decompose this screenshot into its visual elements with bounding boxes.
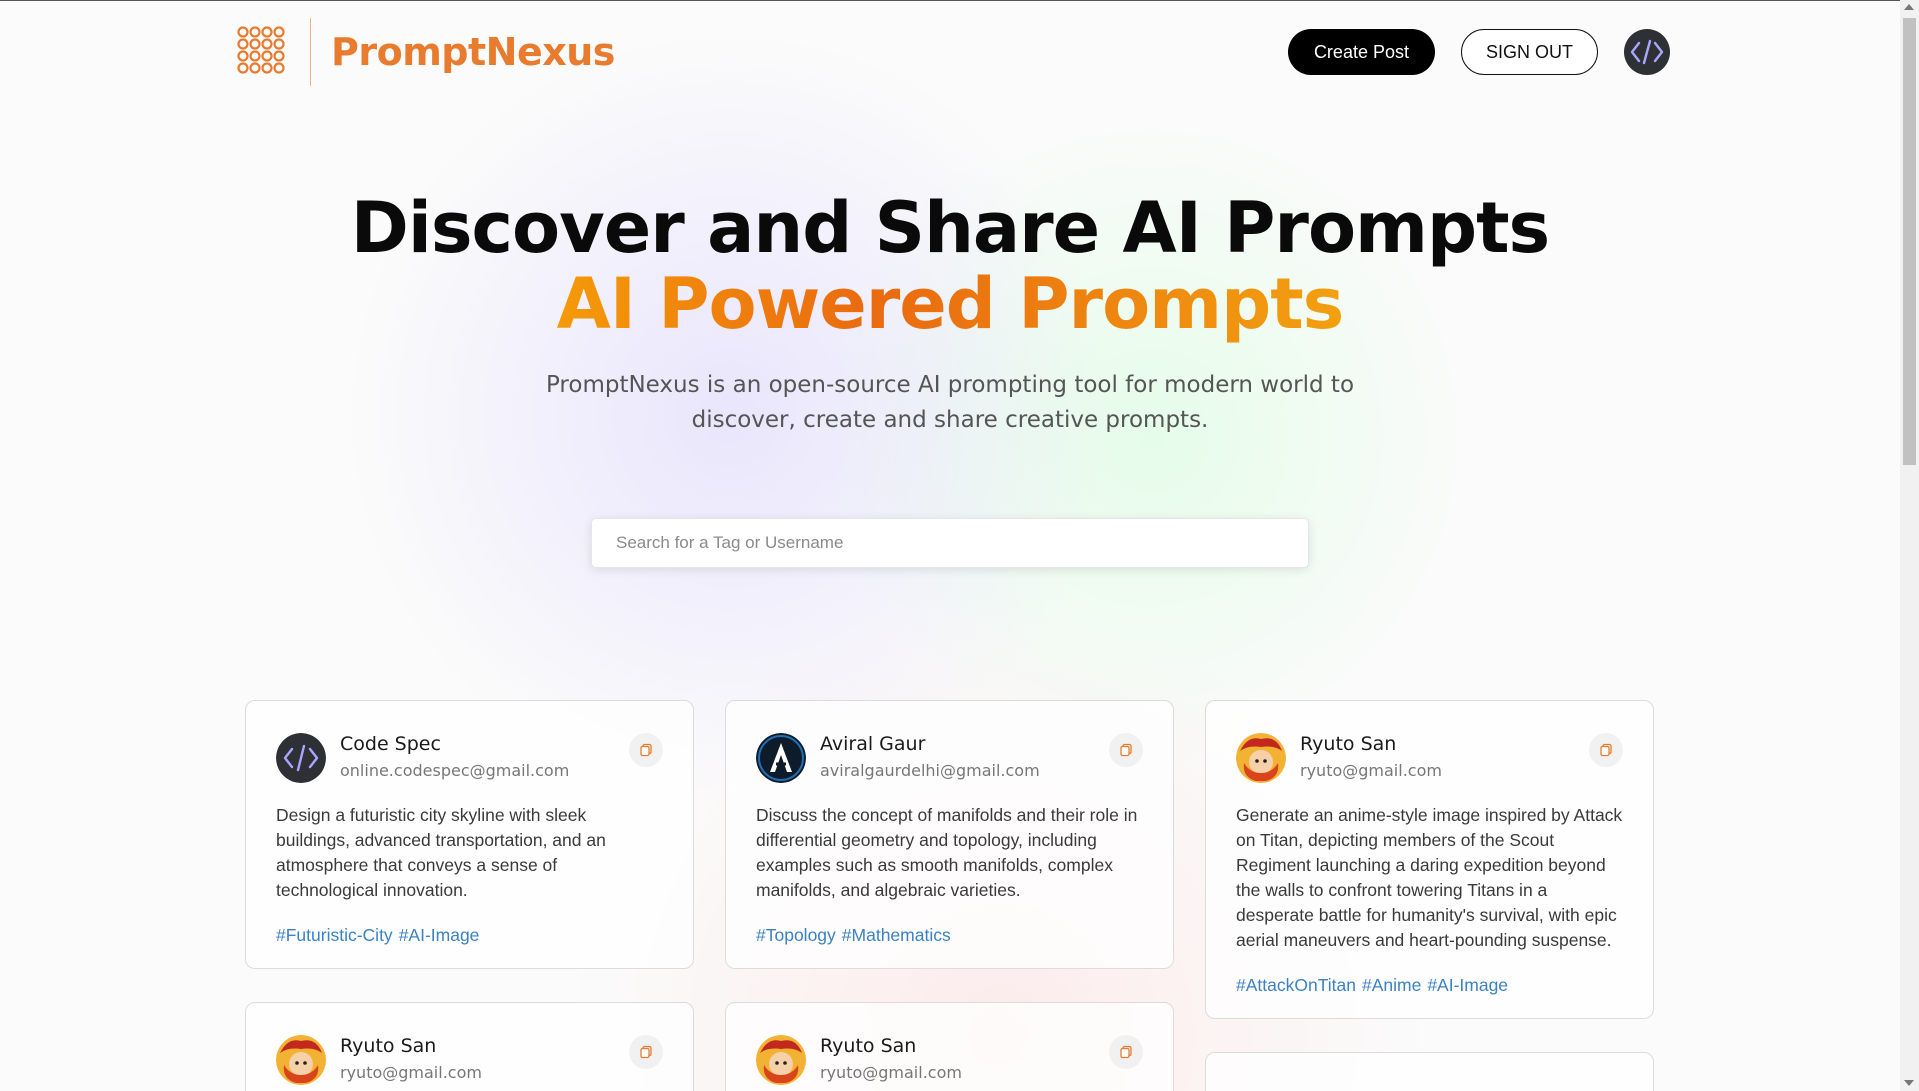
prompt-text: Discuss the concept of manifolds and the…	[756, 805, 1138, 900]
prompt-tags: #Futuristic-City #AI-Image	[276, 925, 663, 946]
anime-avatar-icon	[756, 1035, 806, 1085]
hero-title-accent: AI Powered Prompts	[556, 263, 1345, 345]
brand-name: PromptNexus	[331, 30, 615, 74]
anime-avatar-icon	[276, 1035, 326, 1085]
prompt-card: Ryuto San ryuto@gmail.com Generate an an…	[1205, 700, 1654, 1019]
navbar: PromptNexus Create Post SIGN OUT	[234, 16, 1670, 88]
search-box	[591, 518, 1309, 568]
prompt-card: Aviral Gaur aviralgaurdelhi@gmail.com Di…	[725, 700, 1174, 969]
user-avatar[interactable]	[276, 1035, 326, 1085]
prompt-card: Code Spec online.codespec@gmail.com Desi…	[245, 700, 694, 969]
user-name[interactable]: Code Spec	[340, 733, 629, 755]
tag-link[interactable]: #Mathematics	[842, 925, 951, 945]
tag-link[interactable]: #AI-Image	[399, 925, 480, 945]
prompt-card: Ryuto San ryuto@gmail.com	[725, 1002, 1174, 1091]
code-icon	[1630, 39, 1664, 65]
copy-icon	[640, 743, 652, 757]
user-avatar[interactable]	[1236, 733, 1286, 783]
user-name[interactable]: Ryuto San	[1300, 733, 1589, 755]
copy-icon	[1600, 743, 1612, 757]
user-avatar[interactable]	[756, 1035, 806, 1085]
prompt-card: Ryuto San ryuto@gmail.com	[245, 1002, 694, 1091]
nav-actions: Create Post SIGN OUT	[1287, 29, 1670, 75]
copy-icon	[640, 1045, 652, 1059]
tag-link[interactable]: #Topology	[756, 925, 836, 945]
user-email: ryuto@gmail.com	[820, 1063, 962, 1082]
tag-link[interactable]: #Futuristic-City	[276, 925, 393, 945]
user-avatar[interactable]	[276, 733, 326, 783]
hero-title: Discover and Share AI Prompts AI Powered…	[0, 190, 1900, 342]
sign-out-button[interactable]: SIGN OUT	[1460, 29, 1598, 75]
anime-avatar-icon	[1236, 733, 1286, 783]
user-avatar[interactable]	[756, 733, 806, 783]
user-email: online.codespec@gmail.com	[340, 761, 570, 780]
copy-button[interactable]	[1109, 733, 1143, 767]
profile-avatar[interactable]	[1624, 29, 1670, 75]
create-post-button[interactable]: Create Post	[1287, 29, 1435, 75]
hero-description: PromptNexus is an open-source AI prompti…	[545, 372, 1355, 433]
prompt-card	[1205, 1052, 1654, 1091]
hero: Discover and Share AI Prompts AI Powered…	[0, 190, 1900, 438]
prompt-text: Design a futuristic city skyline with sl…	[276, 805, 606, 900]
prompt-tags: #AttackOnTitan #Anime #AI-Image	[1236, 975, 1623, 996]
user-name[interactable]: Ryuto San	[340, 1035, 629, 1057]
user-email: aviralgaurdelhi@gmail.com	[820, 761, 1040, 780]
top-border	[0, 0, 1919, 1]
user-name[interactable]: Aviral Gaur	[820, 733, 1109, 755]
copy-icon	[1120, 743, 1132, 757]
tag-link[interactable]: #AI-Image	[1427, 975, 1508, 995]
search-input[interactable]	[592, 519, 1308, 567]
user-email: ryuto@gmail.com	[1300, 761, 1442, 780]
copy-button[interactable]	[629, 733, 663, 767]
user-name[interactable]: Ryuto San	[820, 1035, 1109, 1057]
brand[interactable]: PromptNexus	[234, 18, 615, 86]
code-icon	[276, 733, 326, 783]
copy-button[interactable]	[1109, 1035, 1143, 1069]
brand-divider	[310, 18, 311, 86]
prompt-tags: #Topology #Mathematics	[756, 925, 1143, 946]
tag-link[interactable]: #AttackOnTitan	[1236, 975, 1356, 995]
user-email: ryuto@gmail.com	[340, 1063, 482, 1082]
copy-button[interactable]	[629, 1035, 663, 1069]
letter-a-logo-icon	[756, 733, 806, 783]
copy-button[interactable]	[1589, 733, 1623, 767]
hero-title-main: Discover and Share AI Prompts	[350, 187, 1550, 269]
page: PromptNexus Create Post SIGN OUT Discove…	[0, 0, 1919, 1091]
scrollbar-thumb[interactable]	[1903, 18, 1916, 465]
prompt-text: Generate an anime-style image inspired b…	[1236, 805, 1623, 950]
scroll-down-arrow-icon[interactable]	[1904, 1080, 1914, 1086]
tag-link[interactable]: #Anime	[1362, 975, 1421, 995]
brand-logo-icon	[237, 26, 285, 74]
copy-icon	[1120, 1045, 1132, 1059]
scroll-up-arrow-icon[interactable]	[1904, 4, 1914, 10]
